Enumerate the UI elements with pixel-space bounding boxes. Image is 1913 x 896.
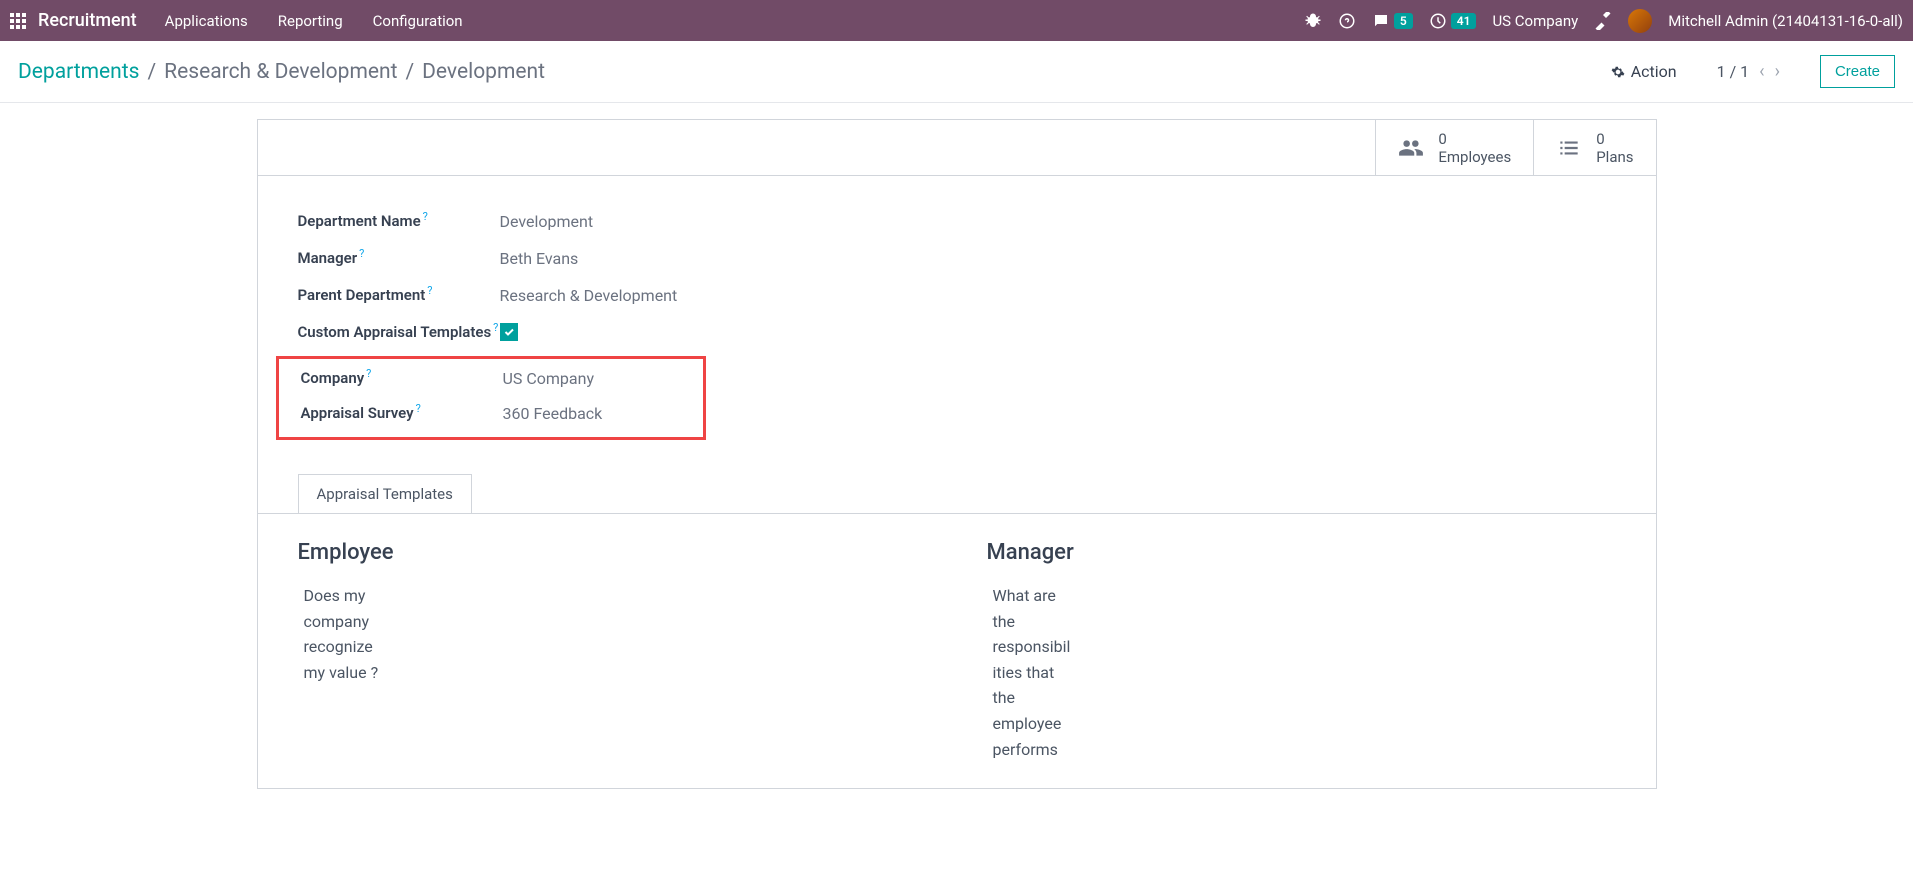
help-icon[interactable]: ? <box>359 247 364 265</box>
label-company: Company <box>301 369 365 387</box>
support-icon[interactable] <box>1338 12 1356 30</box>
stat-employees-label: Employees <box>1438 148 1511 166</box>
pager-text: 1 / 1 <box>1717 62 1750 81</box>
stat-employees-count: 0 <box>1438 130 1511 148</box>
field-parent-department: Parent Department? Research & Developmen… <box>298 286 1616 305</box>
card-header: 0 Employees 0 Plans <box>258 120 1656 176</box>
value-manager[interactable]: Beth Evans <box>500 249 579 268</box>
field-company: Company? US Company <box>301 369 695 388</box>
field-custom-templates: Custom Appraisal Templates? <box>298 323 1616 341</box>
gear-icon <box>1611 65 1625 79</box>
scroll-area[interactable]: 0 Employees 0 Plans Department Name? Dev… <box>0 103 1913 896</box>
action-button[interactable]: Action <box>1611 62 1677 81</box>
checkbox-custom-templates[interactable] <box>500 323 518 341</box>
field-appraisal-survey: Appraisal Survey? 360 Feedback <box>301 404 695 423</box>
highlight-box: Company? US Company Appraisal Survey? 36… <box>276 356 706 440</box>
label-department-name: Department Name <box>298 212 421 230</box>
text-employee[interactable]: Does my company recognize my value ? <box>304 583 384 685</box>
value-company[interactable]: US Company <box>503 369 595 388</box>
help-icon[interactable]: ? <box>427 284 432 302</box>
label-custom-templates: Custom Appraisal Templates <box>298 323 492 341</box>
stat-plans[interactable]: 0 Plans <box>1533 120 1655 175</box>
controlbar: Departments / Research & Development / D… <box>0 41 1913 103</box>
stat-plans-label: Plans <box>1596 148 1633 166</box>
debug-icon[interactable] <box>1304 12 1322 30</box>
messages-badge: 5 <box>1394 13 1413 29</box>
nav-applications[interactable]: Applications <box>165 12 248 30</box>
tools-icon[interactable] <box>1594 12 1612 30</box>
create-button[interactable]: Create <box>1820 55 1895 88</box>
col-manager: Manager What are the responsibilities th… <box>987 540 1616 762</box>
breadcrumb: Departments / Research & Development / D… <box>18 60 1611 84</box>
stat-plans-count: 0 <box>1596 130 1633 148</box>
page-body: 0 Employees 0 Plans Department Name? Dev… <box>0 103 1913 789</box>
topbar-right: 5 41 US Company Mitchell Admin (21404131… <box>1304 9 1903 33</box>
pager-prev-icon[interactable]: ‹ <box>1759 61 1764 82</box>
messages-icon[interactable]: 5 <box>1372 12 1413 30</box>
tabs: Appraisal Templates <box>258 474 1656 513</box>
breadcrumb-separator: / <box>148 60 157 84</box>
value-appraisal-survey[interactable]: 360 Feedback <box>503 404 603 423</box>
value-department-name[interactable]: Development <box>500 212 594 231</box>
col-employee: Employee Does my company recognize my va… <box>298 540 927 762</box>
help-icon[interactable]: ? <box>366 367 371 385</box>
nav-menu: Applications Reporting Configuration <box>165 12 1304 30</box>
label-parent-department: Parent Department <box>298 286 426 304</box>
app-title[interactable]: Recruitment <box>38 10 137 31</box>
breadcrumb-separator: / <box>405 60 414 84</box>
heading-employee: Employee <box>298 540 927 565</box>
breadcrumb-current: Development <box>422 60 545 84</box>
breadcrumb-parent: Research & Development <box>164 60 397 84</box>
check-icon <box>503 326 515 338</box>
stat-employees[interactable]: 0 Employees <box>1375 120 1533 175</box>
help-icon[interactable]: ? <box>493 321 498 339</box>
apps-icon[interactable] <box>10 13 26 29</box>
value-parent-department[interactable]: Research & Development <box>500 286 678 305</box>
pager-next-icon[interactable]: › <box>1775 61 1780 82</box>
plans-icon <box>1556 135 1582 161</box>
heading-manager: Manager <box>987 540 1616 565</box>
tab-appraisal-templates[interactable]: Appraisal Templates <box>298 474 472 513</box>
field-manager: Manager? Beth Evans <box>298 249 1616 268</box>
pager: 1 / 1 ‹ › <box>1717 61 1780 82</box>
action-label: Action <box>1631 62 1677 81</box>
tab-content: Employee Does my company recognize my va… <box>258 513 1656 788</box>
activities-badge: 41 <box>1451 13 1477 29</box>
nav-configuration[interactable]: Configuration <box>373 12 463 30</box>
help-icon[interactable]: ? <box>416 402 421 420</box>
field-department-name: Department Name? Development <box>298 212 1616 231</box>
breadcrumb-departments[interactable]: Departments <box>18 60 140 84</box>
company-selector[interactable]: US Company <box>1492 12 1578 30</box>
text-manager[interactable]: What are the responsibilities that the e… <box>993 583 1073 762</box>
help-icon[interactable]: ? <box>423 210 428 228</box>
form-body: Department Name? Development Manager? Be… <box>258 176 1656 474</box>
label-appraisal-survey: Appraisal Survey <box>301 404 414 422</box>
avatar[interactable] <box>1628 9 1652 33</box>
employees-icon <box>1398 135 1424 161</box>
nav-reporting[interactable]: Reporting <box>278 12 343 30</box>
form-card: 0 Employees 0 Plans Department Name? Dev… <box>257 119 1657 789</box>
activities-icon[interactable]: 41 <box>1429 12 1477 30</box>
label-manager: Manager <box>298 249 358 267</box>
username[interactable]: Mitchell Admin (21404131-16-0-all) <box>1668 12 1903 30</box>
topbar: Recruitment Applications Reporting Confi… <box>0 0 1913 41</box>
